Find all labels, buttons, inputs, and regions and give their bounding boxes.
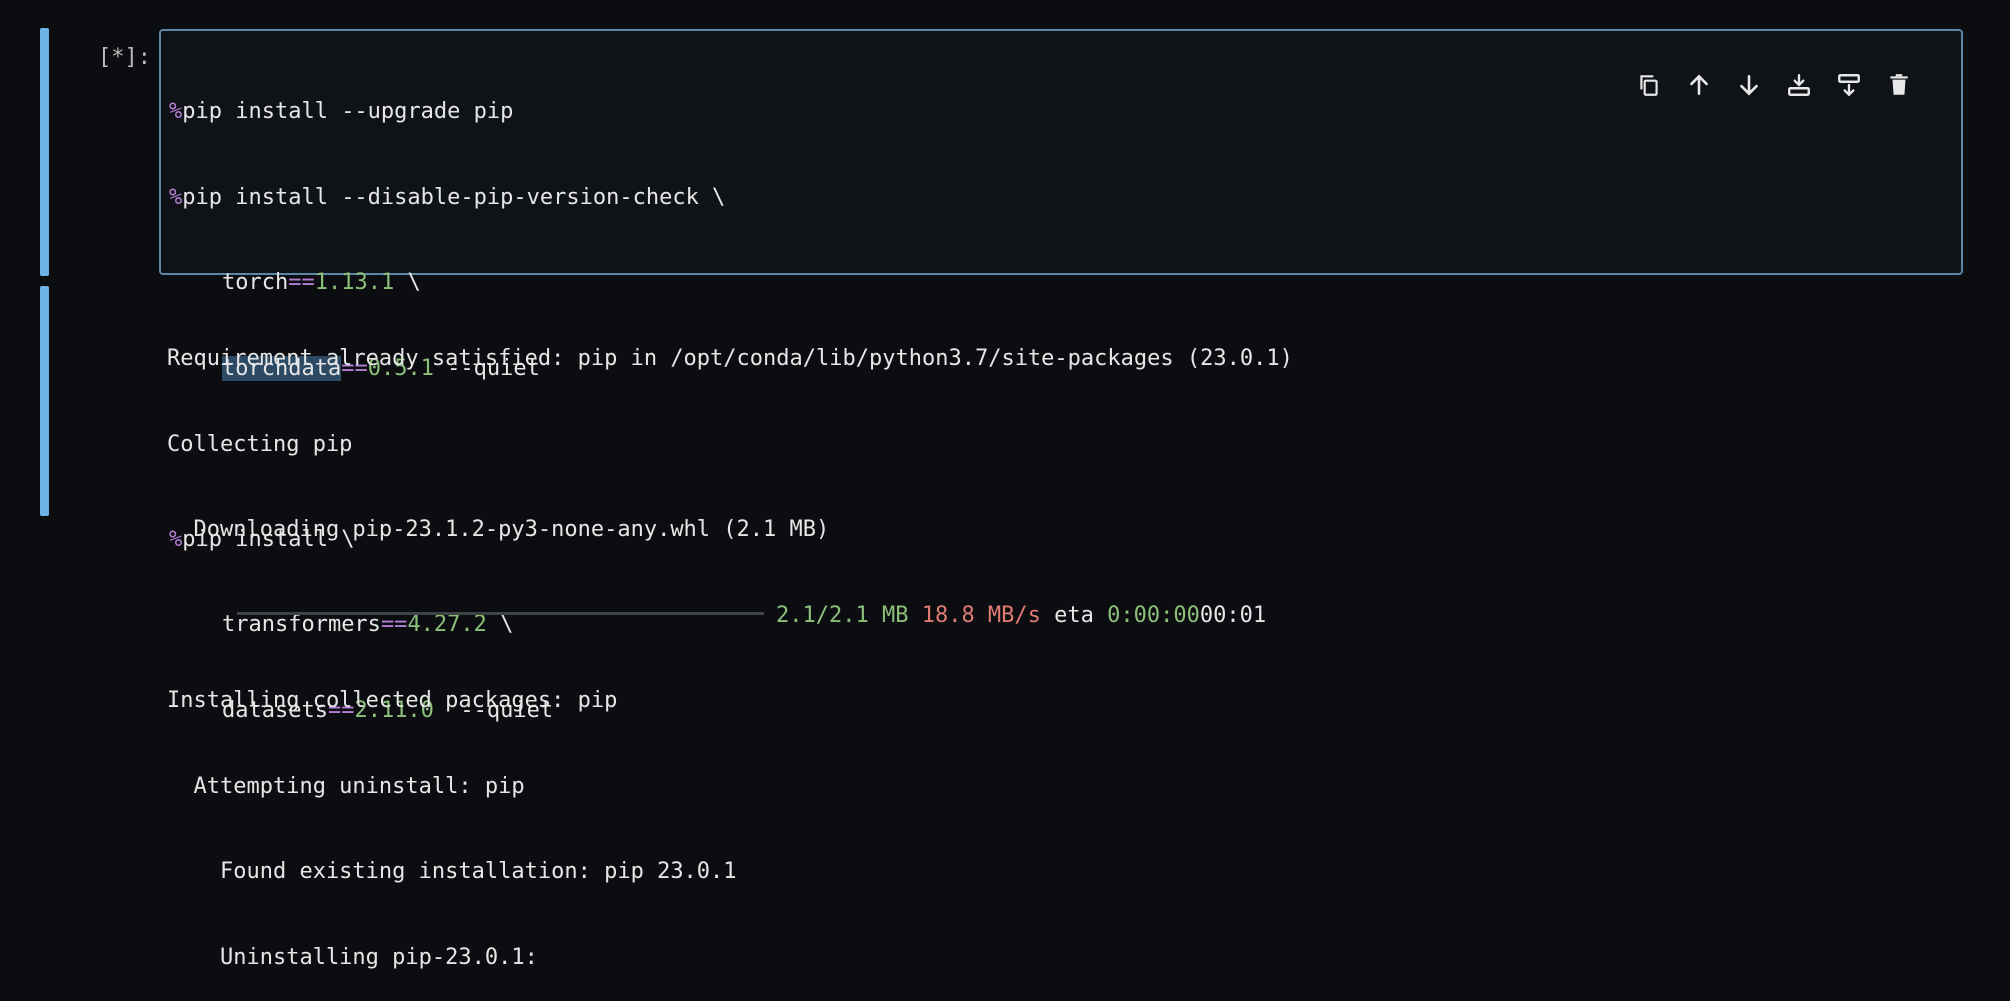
output-line: Found existing installation: pip 23.0.1 [167,859,737,884]
code-line: %pip install --upgrade pip [169,98,725,127]
output-line: Uninstalling pip-23.0.1: [167,944,538,970]
code-editor[interactable]: %pip install --upgrade pip %pip install … [159,29,1963,723]
output-line: Collecting pip [167,431,353,457]
output-collapse-indicator[interactable] [40,286,49,516]
output-line: Attempting uninstall: pip [167,773,525,799]
cell-toolbar [1635,71,1913,99]
insert-above-button[interactable] [1785,71,1813,99]
insert-above-icon [1788,74,1810,96]
magic-symbol: % [169,99,183,124]
download-size: 2.1/2.1 MB [776,602,909,628]
code-text: pip install --disable-pip-version-check … [182,184,726,210]
move-up-button[interactable] [1685,71,1713,99]
duplicate-cell-button[interactable] [1635,71,1663,99]
delete-cell-button[interactable] [1885,71,1913,99]
progress-fill [237,612,764,615]
output-line: Installing collected packages: pip [167,688,618,713]
cell-output: Requirement already satisfied: pip in /o… [167,288,1293,1001]
output-line: Requirement already satisfied: pip in /o… [167,346,1293,371]
arrow-down-icon [1740,75,1758,96]
output-line: Downloading pip-23.1.2-py3-none-any.whl … [167,517,830,542]
cell-prompt: [*]: [98,45,151,70]
trash-icon [1890,74,1908,95]
cell-selection-indicator[interactable] [40,28,49,276]
insert-below-button[interactable] [1835,71,1863,99]
move-down-button[interactable] [1735,71,1763,99]
code-line: %pip install --disable-pip-version-check… [169,184,725,213]
code-text: pip install --upgrade pip [182,99,514,124]
eta-remaining: 00:01 [1199,602,1267,628]
eta-value: 0:00:00 [1107,602,1200,628]
download-progress-bar [237,612,764,615]
eta-label: eta [1054,602,1094,628]
magic-symbol: % [169,184,183,210]
insert-below-icon [1838,74,1860,97]
arrow-up-icon [1690,74,1708,95]
copy-icon [1640,75,1658,96]
download-speed: 18.8 MB/s [921,602,1041,628]
progress-line: 2.1/2.1 MB 18.8 MB/s eta 0:00:0000:01 [167,602,1293,631]
